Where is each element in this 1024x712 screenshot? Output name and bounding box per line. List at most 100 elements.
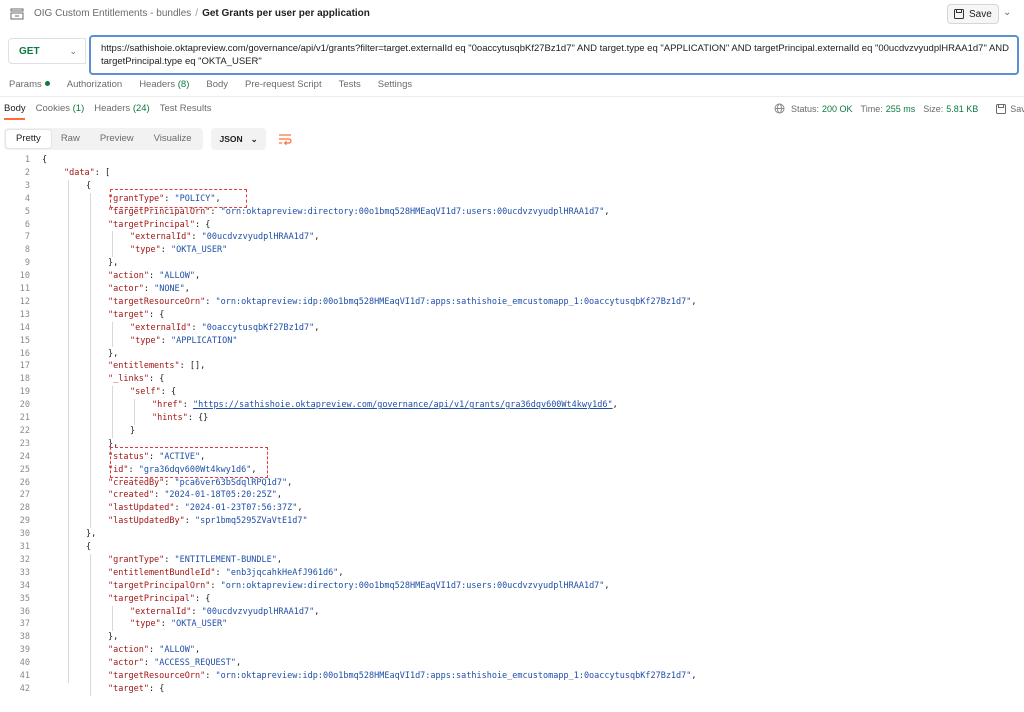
save-response-button[interactable]: Save bbox=[996, 103, 1024, 114]
code-text: "type": "APPLICATION" bbox=[130, 335, 238, 347]
line-number: 16 bbox=[19, 348, 30, 359]
code-text: "target": { bbox=[108, 309, 164, 321]
view-pretty[interactable]: Pretty bbox=[6, 130, 51, 148]
code-text: "_links": { bbox=[108, 373, 164, 385]
response-tab-body[interactable]: Body bbox=[4, 103, 26, 114]
code-line: 20 "href": "https://sathishoie.oktaprevie… bbox=[0, 399, 1024, 411]
code-line: 12 "targetResourceOrn": "orn:oktapreview:… bbox=[0, 296, 1024, 308]
response-status-bar: Status: 200 OK Time: 255 ms Size: 5.81 K… bbox=[774, 103, 1024, 114]
request-title[interactable]: Get Grants per user per application bbox=[202, 8, 370, 19]
line-number: 32 bbox=[19, 554, 30, 565]
line-number: 30 bbox=[19, 529, 30, 540]
line-number: 38 bbox=[19, 632, 30, 643]
json-key: "target" bbox=[108, 309, 149, 320]
request-tabs: Params Authorization Headers (8) Body Pr… bbox=[9, 79, 429, 93]
code-text: "data": [ bbox=[64, 167, 110, 179]
response-body-code[interactable]: 1{2 "data": [3{4 "grantType": "POLICY", 5 "t… bbox=[0, 154, 1024, 712]
code-line: 32 "grantType": "ENTITLEMENT-BUNDLE", bbox=[0, 554, 1024, 566]
code-line: 1{ bbox=[0, 154, 1024, 166]
status-value[interactable]: 200 OK bbox=[822, 104, 853, 114]
json-value: "pca6ver63bSdqlRPQ1d7" bbox=[174, 477, 288, 488]
json-punct: , bbox=[195, 645, 201, 656]
indent-guide bbox=[112, 386, 113, 438]
tab-tests[interactable]: Tests bbox=[339, 79, 361, 93]
json-key: "createdBy" bbox=[108, 477, 165, 488]
save-response-label: Save bbox=[1010, 103, 1024, 114]
code-text: "href": "https://sathishoie.oktapreview.… bbox=[152, 399, 618, 411]
line-number: 34 bbox=[19, 580, 30, 591]
tab-authorization[interactable]: Authorization bbox=[67, 79, 122, 93]
code-text: } bbox=[130, 425, 135, 437]
json-link[interactable]: "https://sathishoie.oktapreview.com/gove… bbox=[193, 400, 613, 410]
response-tab-test-results[interactable]: Test Results bbox=[160, 103, 212, 114]
json-punct: : bbox=[160, 245, 171, 256]
line-number: 37 bbox=[19, 619, 30, 630]
line-number: 6 bbox=[24, 219, 30, 230]
line-number: 31 bbox=[19, 542, 30, 552]
tab-headers[interactable]: Headers (8) bbox=[139, 79, 189, 93]
json-punct: : bbox=[164, 477, 175, 488]
response-tab-cookies[interactable]: Cookies (1) bbox=[36, 103, 85, 114]
line-number: 14 bbox=[19, 322, 30, 333]
time-value[interactable]: 255 ms bbox=[886, 104, 916, 114]
json-key: "href" bbox=[152, 400, 183, 411]
code-line: 29 "lastUpdatedBy": "spr1bmq5295ZVaVtE1d7… bbox=[0, 515, 1024, 527]
json-punct: : bbox=[184, 516, 196, 527]
tab-params[interactable]: Params bbox=[9, 79, 50, 93]
code-line: 37 "type": "OKTA_USER" bbox=[0, 618, 1024, 630]
tab-settings[interactable]: Settings bbox=[378, 79, 412, 93]
json-punct: : bbox=[164, 554, 175, 565]
json-punct: { bbox=[86, 180, 92, 191]
json-punct: , bbox=[195, 271, 201, 282]
line-number: 25 bbox=[19, 464, 30, 475]
wrap-lines-icon[interactable] bbox=[276, 130, 294, 148]
json-key: "targetPrincipalOrn" bbox=[108, 580, 211, 591]
view-visualize[interactable]: Visualize bbox=[144, 130, 202, 148]
save-options-chevron-icon[interactable]: ⌄ bbox=[1003, 7, 1017, 21]
code-line: 38}, bbox=[0, 631, 1024, 643]
save-icon bbox=[954, 9, 964, 19]
format-select[interactable]: JSON ⌄ bbox=[211, 128, 266, 150]
breadcrumb-collection[interactable]: OIG Custom Entitlements - bundles bbox=[34, 8, 191, 19]
json-key: "type" bbox=[130, 619, 161, 630]
view-preview[interactable]: Preview bbox=[90, 130, 144, 148]
response-tabs: Body Cookies (1) Headers (24) Test Resul… bbox=[4, 103, 221, 114]
json-punct: : { bbox=[148, 683, 165, 694]
json-value: "00ucdvzvyudplHRAA1d7" bbox=[201, 232, 315, 243]
json-punct: , bbox=[314, 232, 320, 243]
globe-icon[interactable] bbox=[774, 103, 785, 114]
view-raw[interactable]: Raw bbox=[51, 130, 90, 148]
json-key: "entitlements" bbox=[108, 361, 180, 372]
json-value: "2024-01-23T07:56:37Z" bbox=[184, 503, 298, 514]
indent-guide bbox=[112, 321, 113, 348]
tab-pre-request-script[interactable]: Pre-request Script bbox=[245, 79, 322, 93]
json-key: "targetPrincipal" bbox=[108, 219, 195, 230]
time-label: Time: bbox=[860, 103, 883, 114]
json-key: "externalId" bbox=[130, 322, 192, 333]
size-value[interactable]: 5.81 KB bbox=[946, 104, 978, 114]
url-line-1: https://sathishoie.oktapreview.com/gover… bbox=[101, 43, 1010, 54]
tab-body[interactable]: Body bbox=[206, 79, 228, 93]
line-number: 5 bbox=[24, 206, 30, 217]
code-line: 8 "type": "OKTA_USER" bbox=[0, 244, 1024, 256]
line-number: 42 bbox=[19, 683, 30, 694]
code-text: "actor": "ACCESS_REQUEST", bbox=[108, 657, 241, 669]
params-active-dot-icon bbox=[44, 81, 50, 86]
json-key: "action" bbox=[108, 271, 149, 282]
indent-guide bbox=[90, 553, 91, 696]
json-punct: : bbox=[210, 206, 221, 217]
line-number: 12 bbox=[19, 296, 30, 307]
method-select[interactable]: GET ⌄ bbox=[8, 38, 86, 64]
code-text: { bbox=[86, 541, 91, 553]
json-key: "grantType" bbox=[108, 554, 165, 565]
code-line: 39 "action": "ALLOW", bbox=[0, 644, 1024, 656]
save-button[interactable]: Save bbox=[947, 4, 999, 24]
response-tab-headers[interactable]: Headers (24) bbox=[94, 103, 149, 114]
json-key: "hints" bbox=[152, 413, 188, 423]
json-punct: : {} bbox=[187, 413, 209, 423]
json-punct: : bbox=[205, 671, 216, 681]
json-punct: { bbox=[42, 155, 48, 165]
url-input[interactable]: https://sathishoie.oktapreview.com/gover… bbox=[89, 35, 1019, 75]
json-punct: , bbox=[604, 206, 610, 217]
json-punct: , bbox=[235, 658, 242, 669]
